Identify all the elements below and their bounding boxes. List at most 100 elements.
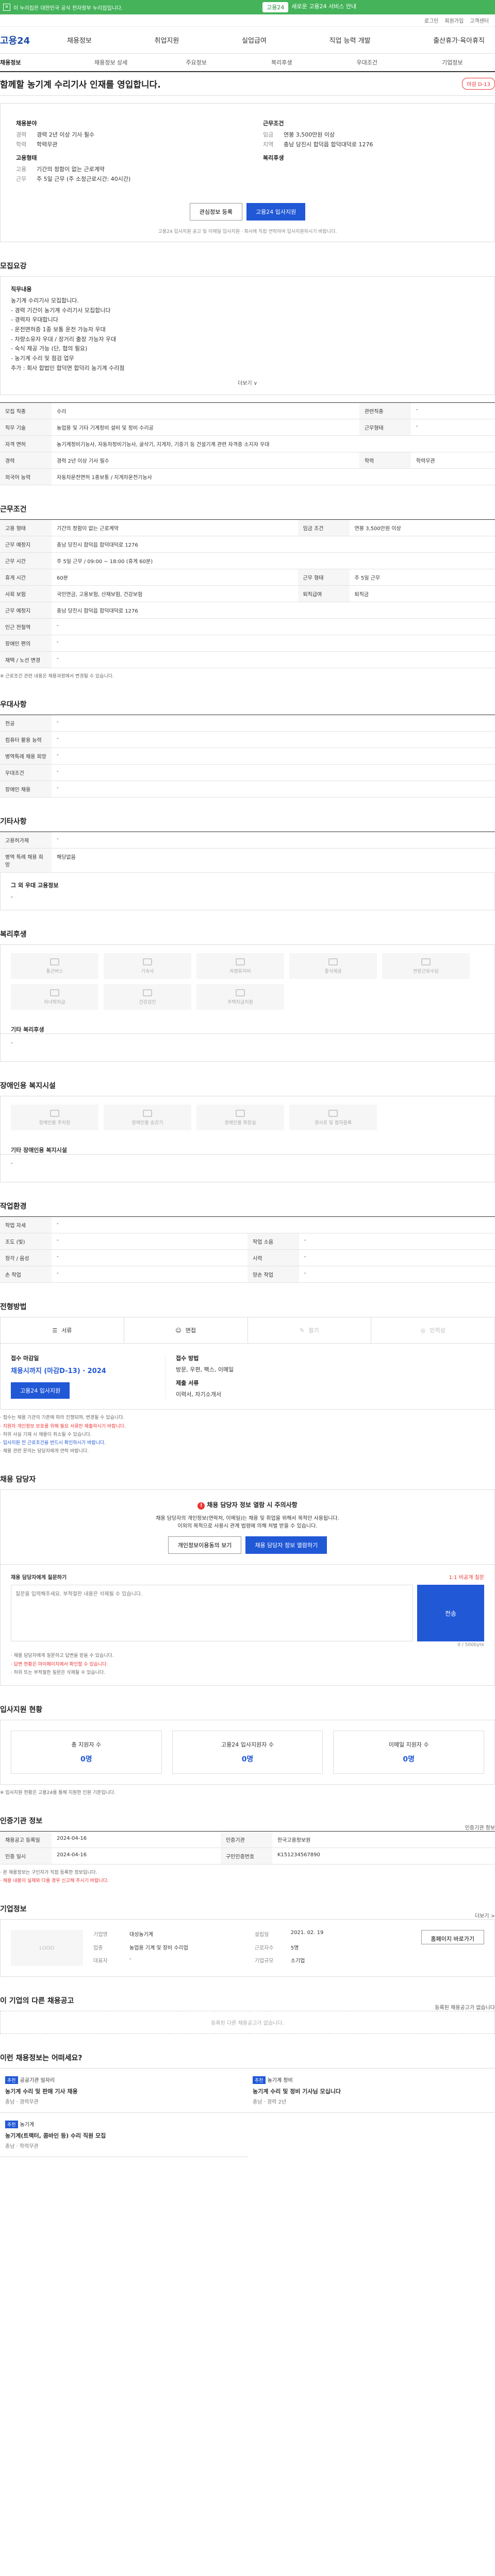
- welfare-tile: 차량유지비: [196, 953, 284, 979]
- table-cell: -: [52, 748, 495, 765]
- table-row: 병역 특례 채용 희망 해당없음: [0, 848, 495, 873]
- job-desc-line: - 경력 기간이 농기계 수리기사 모집합니다: [11, 307, 111, 314]
- service-pill[interactable]: 고용24: [262, 2, 289, 12]
- summary-label-cond: 근무조건: [263, 120, 284, 127]
- summary-key: 임금: [263, 131, 274, 138]
- summary-row: 학력 학력무관: [16, 140, 232, 148]
- bed-icon: [143, 958, 152, 965]
- table-cell: 주 5일 근무 / 09:00 ~ 18:00 (휴게 60분): [52, 552, 495, 569]
- inquiry-send-button[interactable]: 전송: [417, 1585, 484, 1642]
- table-row: 장애인 편의 -: [0, 635, 495, 652]
- welfare-sub-label: 기타 복리후생: [0, 1018, 495, 1035]
- elevator-icon: [143, 1109, 152, 1117]
- other-sub-value: -: [11, 893, 13, 900]
- summary-notice: 고용24 입사지원 공고 및 이메일 입사지원 · 회사에 직접 연락하여 입사…: [158, 229, 337, 234]
- subnav-item-4[interactable]: 우대조건: [324, 58, 410, 66]
- subnav-item-1[interactable]: 채용정보 상세: [68, 58, 154, 66]
- table-cell: 주 5일 근무: [349, 569, 495, 586]
- summary-left: 채용분야 경력 경력 2년 이상 기사 필수 학력 학력무관 고용형태 고용 기간의 …: [16, 114, 232, 184]
- summary-value: 경력 2년 이상 기사 필수: [37, 131, 95, 138]
- stat-label: 고용24 입사지원자 수: [221, 1741, 274, 1748]
- table-cell: 학력무관: [410, 452, 495, 469]
- table-header: 근무 시간: [0, 552, 52, 569]
- summary-actions: 관심정보 등록 고용24 입사지원: [16, 203, 479, 221]
- table-cell: -: [410, 419, 495, 436]
- recommend-card[interactable]: 추천 공공기관 일자리 농기계 수리 및 판매 기사 채용 충남 · 경력무관: [0, 2069, 248, 2113]
- table-row: 병역특례 채용 희망 -: [0, 748, 495, 765]
- summary-key: 근무: [16, 176, 27, 182]
- section-title-prefer: 우대사항: [0, 700, 27, 709]
- disability-tile-label: 경사로 및 점자블록: [315, 1120, 352, 1126]
- disability-sub-value: -: [0, 1155, 495, 1183]
- site-logo[interactable]: 고용24: [0, 33, 62, 47]
- more-button[interactable]: 더보기 ∨: [11, 379, 484, 386]
- apply-button-bottom[interactable]: 고용24 입사지원: [11, 1382, 70, 1399]
- method-label: 접수 방법: [176, 1355, 199, 1362]
- gnb-item-training[interactable]: 직업 능력 개발: [324, 35, 376, 45]
- table-cell: -: [52, 618, 495, 635]
- table-header: 직무 기술: [0, 419, 52, 436]
- table-cell: 퇴직금: [349, 585, 495, 602]
- privacy-consent-button[interactable]: 개인정보이용동의 보기: [168, 1536, 242, 1554]
- gnb-item-support[interactable]: 취업지원: [150, 35, 185, 45]
- table-header: 관련직종: [359, 402, 411, 419]
- company-right-link[interactable]: 더보기 >: [475, 1911, 495, 1919]
- recommend-title[interactable]: 농기계 수리 및 판매 기사 채용: [5, 2087, 242, 2095]
- company-value: 농업용 기계 및 장비 수리업: [129, 1945, 188, 1951]
- gnb-item-leave[interactable]: 출산휴가·육아휴직: [428, 35, 490, 45]
- disability-tile-label: 장애인용 승강기: [131, 1120, 163, 1126]
- disability-tile-label: 장애인용 화장실: [224, 1120, 256, 1126]
- contact-warning-text: 채용 담당자 정보 열람 시 주의사항: [207, 1501, 298, 1509]
- recommend-org: 농기계 정비: [267, 2078, 293, 2084]
- section-title-welfare: 복리후생: [0, 930, 27, 939]
- inquiry-textarea[interactable]: [11, 1585, 413, 1642]
- summary-label-type: 고용형태: [16, 155, 37, 161]
- inquiry-title: 채용 담당자에게 질문하기: [11, 1575, 67, 1581]
- util-signup[interactable]: 회원가입: [444, 16, 464, 24]
- inquiry-box: 채용 담당자에게 질문하기 1:1 비공개 질문 전송 0 / 500byte …: [0, 1565, 495, 1686]
- table-header: 전공: [0, 715, 52, 732]
- table-header: 컴퓨터 활용 능력: [0, 731, 52, 748]
- util-login[interactable]: 로그인: [424, 16, 439, 24]
- section-title-same-company: 이 기업의 다른 채용공고: [0, 1997, 74, 2006]
- status-note: ※ 입사지원 현황은 고용24를 통해 지원한 인원 기준입니다.: [0, 1790, 116, 1795]
- service-notice[interactable]: 새로운 고용24 서비스 안내: [291, 2, 356, 12]
- recommend-title[interactable]: 농기계 수리 및 정비 기사님 모십니다: [253, 2087, 490, 2095]
- welfare-tile: 연장근로수당: [382, 953, 470, 979]
- table-cell: 기간의 정함이 없는 근로계약: [52, 519, 298, 536]
- other-sub-box: 그 외 우대 고용정보 -: [0, 872, 495, 911]
- meal-icon: [328, 958, 338, 965]
- apply-button[interactable]: 고용24 입사지원: [246, 203, 306, 221]
- gnb-item-unemployment[interactable]: 실업급여: [237, 35, 272, 45]
- recommend-sub: 충남 · 학력무관: [5, 2144, 39, 2150]
- close-icon[interactable]: ✕: [3, 4, 10, 11]
- welfare-tile: 통근버스: [11, 953, 98, 979]
- recommend-title[interactable]: 농기계(트랙터, 콤바인 등) 수리 직원 모집: [5, 2131, 242, 2140]
- subnav-item-0[interactable]: 채용정보: [0, 58, 68, 66]
- table-cell: -: [52, 731, 495, 748]
- summary-row: 고용 기간의 정함이 없는 근로계약: [16, 165, 232, 173]
- posting-right-link[interactable]: 인증기관 정보: [465, 1823, 495, 1831]
- bookmark-button[interactable]: 관심정보 등록: [189, 203, 242, 221]
- util-help[interactable]: 고객센터: [470, 16, 489, 24]
- table-cell: -: [52, 1249, 248, 1267]
- company-key: 설립일: [254, 1932, 269, 1938]
- gov-banner-left: ✕ 이 누리집은 대한민국 공식 전자정부 누리집입니다.: [3, 4, 123, 11]
- subnav-item-3[interactable]: 복리후생: [239, 58, 324, 66]
- recommend-card[interactable]: 추천 농기계 농기계(트랙터, 콤바인 등) 수리 직원 모집 충남 · 학력무관: [0, 2113, 248, 2158]
- method-tab: ◎ 인적성: [371, 1317, 494, 1343]
- table-cell: 충남 당진시 합덕읍 합덕대덕로 1276: [52, 602, 495, 619]
- table-row: 근무 예정지 충남 당진시 합덕읍 합덕대덕로 1276: [0, 602, 495, 619]
- posting-notes: · 본 채용정보는 구인자가 직접 등록한 정보입니다. · 채용 내용이 실제…: [0, 1869, 495, 1885]
- recommend-card[interactable]: 추천 농기계 정비 농기계 수리 및 정비 기사님 모십니다 충남 · 경력 2년: [248, 2069, 495, 2113]
- homepage-button[interactable]: 홈페이지 바로가기: [421, 1930, 484, 1945]
- table-cell: 해당없음: [52, 848, 495, 873]
- table-header: 사회 보험: [0, 585, 52, 602]
- subnav-item-5[interactable]: 기업정보: [409, 58, 495, 66]
- job-desc-line: - 차량소유자 우대 / 장거리 출장 가능자 우대: [11, 335, 117, 343]
- table-row: 고용허가제 -: [0, 832, 495, 849]
- gnb-item-jobs[interactable]: 채용정보: [62, 35, 97, 45]
- apply-method-col: 접수 방법 방문, 우편, 팩스, 이메일 제출 서류 이력서, 자기소개서: [176, 1354, 484, 1399]
- view-contact-button[interactable]: 채용 담당자 정보 열람하기: [245, 1536, 327, 1554]
- subnav-item-2[interactable]: 주요정보: [154, 58, 239, 66]
